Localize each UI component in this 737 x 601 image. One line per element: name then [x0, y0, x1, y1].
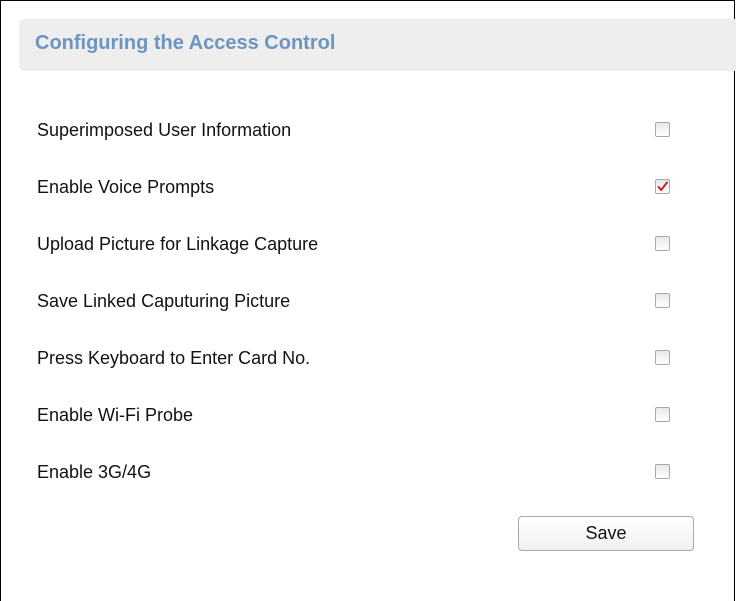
page-title: Configuring the Access Control [35, 32, 336, 54]
option-label: Enable Wi-Fi Probe [37, 405, 194, 425]
panel-header: Configuring the Access Control [19, 19, 736, 71]
enable-voice-prompts-checkbox[interactable] [655, 179, 670, 194]
press-keyboard-enter-card-no-checkbox[interactable] [655, 350, 670, 365]
option-label: Save Linked Caputuring Picture [37, 291, 291, 311]
option-superimposed-user-information: Superimposed User Information [37, 116, 677, 146]
enable-wifi-probe-checkbox[interactable] [655, 407, 670, 422]
superimposed-user-information-checkbox[interactable] [655, 122, 670, 137]
option-label: Superimposed User Information [37, 120, 292, 140]
option-label: Enable Voice Prompts [37, 177, 215, 197]
access-control-panel: Configuring the Access Control Superimpo… [0, 0, 736, 601]
option-label: Enable 3G/4G [37, 462, 152, 482]
option-enable-voice-prompts: Enable Voice Prompts [37, 173, 677, 203]
option-save-linked-capturing-picture: Save Linked Caputuring Picture [37, 287, 677, 317]
option-enable-wifi-probe: Enable Wi-Fi Probe [37, 401, 677, 431]
option-enable-3g-4g: Enable 3G/4G [37, 458, 677, 488]
save-button[interactable]: Save [518, 516, 694, 551]
option-upload-picture-linkage-capture: Upload Picture for Linkage Capture [37, 230, 677, 260]
option-press-keyboard-enter-card-no: Press Keyboard to Enter Card No. [37, 344, 677, 374]
save-linked-capturing-picture-checkbox[interactable] [655, 293, 670, 308]
checkmark-icon [657, 181, 668, 191]
enable-3g-4g-checkbox[interactable] [655, 464, 670, 479]
option-label: Press Keyboard to Enter Card No. [37, 348, 311, 368]
option-label: Upload Picture for Linkage Capture [37, 234, 319, 254]
upload-picture-linkage-capture-checkbox[interactable] [655, 236, 670, 251]
